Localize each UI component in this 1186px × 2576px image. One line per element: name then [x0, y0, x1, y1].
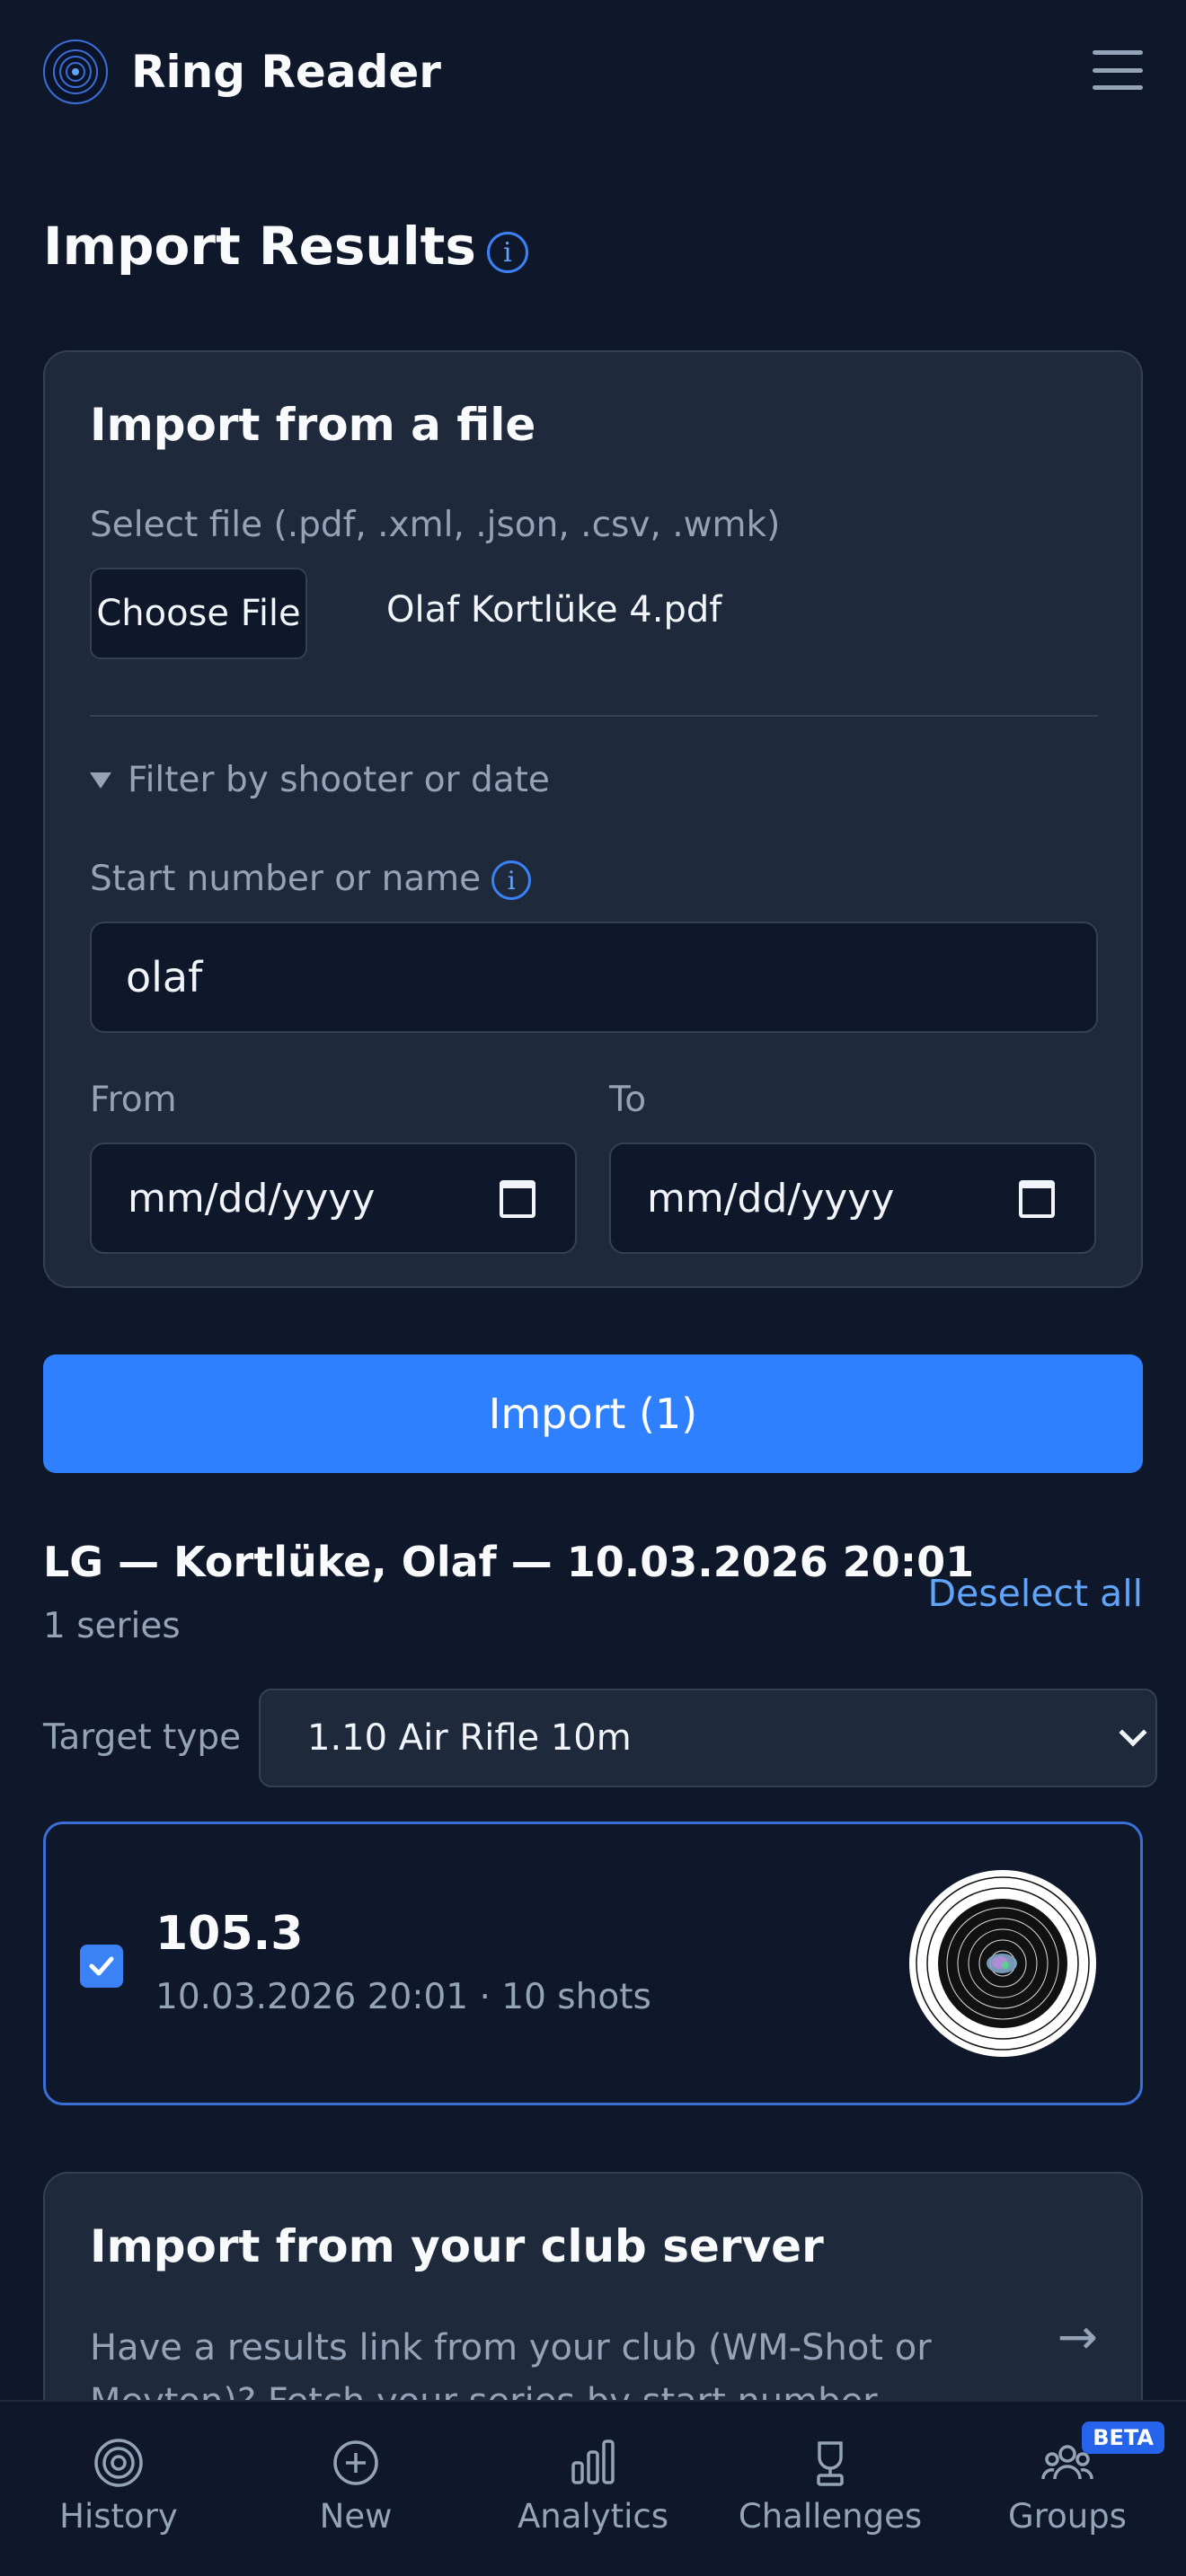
club-import-title: Import from your club server [90, 2220, 824, 2272]
hamburger-menu-icon[interactable] [1093, 50, 1143, 90]
nav-history[interactable]: History [0, 2402, 237, 2576]
to-date-placeholder: mm/dd/yyyy [647, 1175, 895, 1222]
info-icon[interactable]: i [491, 860, 532, 900]
chevron-down-icon [1119, 1718, 1147, 1747]
target-type-value: 1.10 Air Rifle 10m [307, 1717, 632, 1759]
series-score: 105.3 [155, 1907, 304, 1961]
nav-challenges-label: Challenges [738, 2497, 923, 2536]
series-count: 1 series [43, 1606, 181, 1646]
target-type-label: Target type [43, 1717, 242, 1758]
target-logo-icon[interactable] [43, 40, 108, 104]
calendar-icon[interactable] [1019, 1180, 1055, 1218]
plus-circle-icon [333, 2440, 378, 2485]
series-item[interactable]: 105.3 10.03.2026 20:01 · 10 shots [43, 1822, 1143, 2105]
caret-down-icon [90, 772, 111, 789]
file-import-card: Import from a file Select file (.pdf, .x… [43, 350, 1143, 1288]
filter-toggle[interactable]: Filter by shooter or date [90, 760, 550, 800]
bottom-navigation: History New Analytics Challenges Groups … [0, 2400, 1186, 2576]
nav-groups[interactable]: Groups BETA [949, 2402, 1186, 2576]
checkmark-icon [89, 1956, 114, 1976]
to-label: To [609, 1080, 647, 1120]
target-type-select[interactable]: 1.10 Air Rifle 10m [259, 1689, 1157, 1787]
start-number-label-row: Start number or name i [90, 857, 532, 900]
nav-new-label: New [319, 2497, 393, 2536]
start-number-label: Start number or name [90, 858, 482, 899]
series-checkbox[interactable] [80, 1945, 123, 1988]
from-label: From [90, 1080, 177, 1120]
start-number-input[interactable]: olaf [90, 922, 1098, 1033]
import-button[interactable]: Import (1) [43, 1354, 1143, 1473]
choose-file-button[interactable]: Choose File [90, 568, 307, 659]
series-meta: 10.03.2026 20:01 · 10 shots [155, 1977, 651, 2017]
trophy-icon [817, 2441, 844, 2486]
nav-challenges[interactable]: Challenges [712, 2402, 949, 2576]
target-history-icon [94, 2439, 143, 2487]
nav-analytics[interactable]: Analytics [474, 2402, 712, 2576]
file-import-title: Import from a file [90, 399, 536, 451]
arrow-right-icon[interactable]: → [1058, 2308, 1098, 2365]
beta-badge: BETA [1082, 2422, 1164, 2454]
to-date-input[interactable]: mm/dd/yyyy [609, 1142, 1096, 1254]
divider [90, 715, 1098, 717]
nav-groups-label: Groups [1008, 2497, 1127, 2536]
filter-toggle-label: Filter by shooter or date [128, 760, 550, 800]
info-icon[interactable]: i [486, 232, 528, 273]
selected-file-name: Olaf Kortlüke 4.pdf [386, 589, 722, 631]
nav-history-label: History [59, 2497, 178, 2536]
page-title: Import Results [43, 216, 476, 277]
file-select-label: Select file (.pdf, .xml, .json, .csv, .w… [90, 505, 781, 545]
bar-chart-icon [571, 2439, 615, 2484]
nav-analytics-label: Analytics [517, 2497, 669, 2536]
from-date-input[interactable]: mm/dd/yyyy [90, 1142, 577, 1254]
nav-new[interactable]: New [237, 2402, 474, 2576]
result-heading: LG — Kortlüke, Olaf — 10.03.2026 20:01 [43, 1538, 975, 1586]
app-title: Ring Reader [131, 46, 441, 98]
calendar-icon[interactable] [500, 1180, 535, 1218]
page-title-row: Import Results i [43, 216, 528, 277]
from-date-placeholder: mm/dd/yyyy [128, 1175, 376, 1222]
deselect-all-link[interactable]: Deselect all [927, 1572, 1143, 1615]
app-header: Ring Reader [43, 36, 1143, 108]
import-results-page: Ring Reader Import Results i Import from… [0, 0, 1186, 2576]
target-thumbnail-icon [909, 1870, 1096, 2057]
